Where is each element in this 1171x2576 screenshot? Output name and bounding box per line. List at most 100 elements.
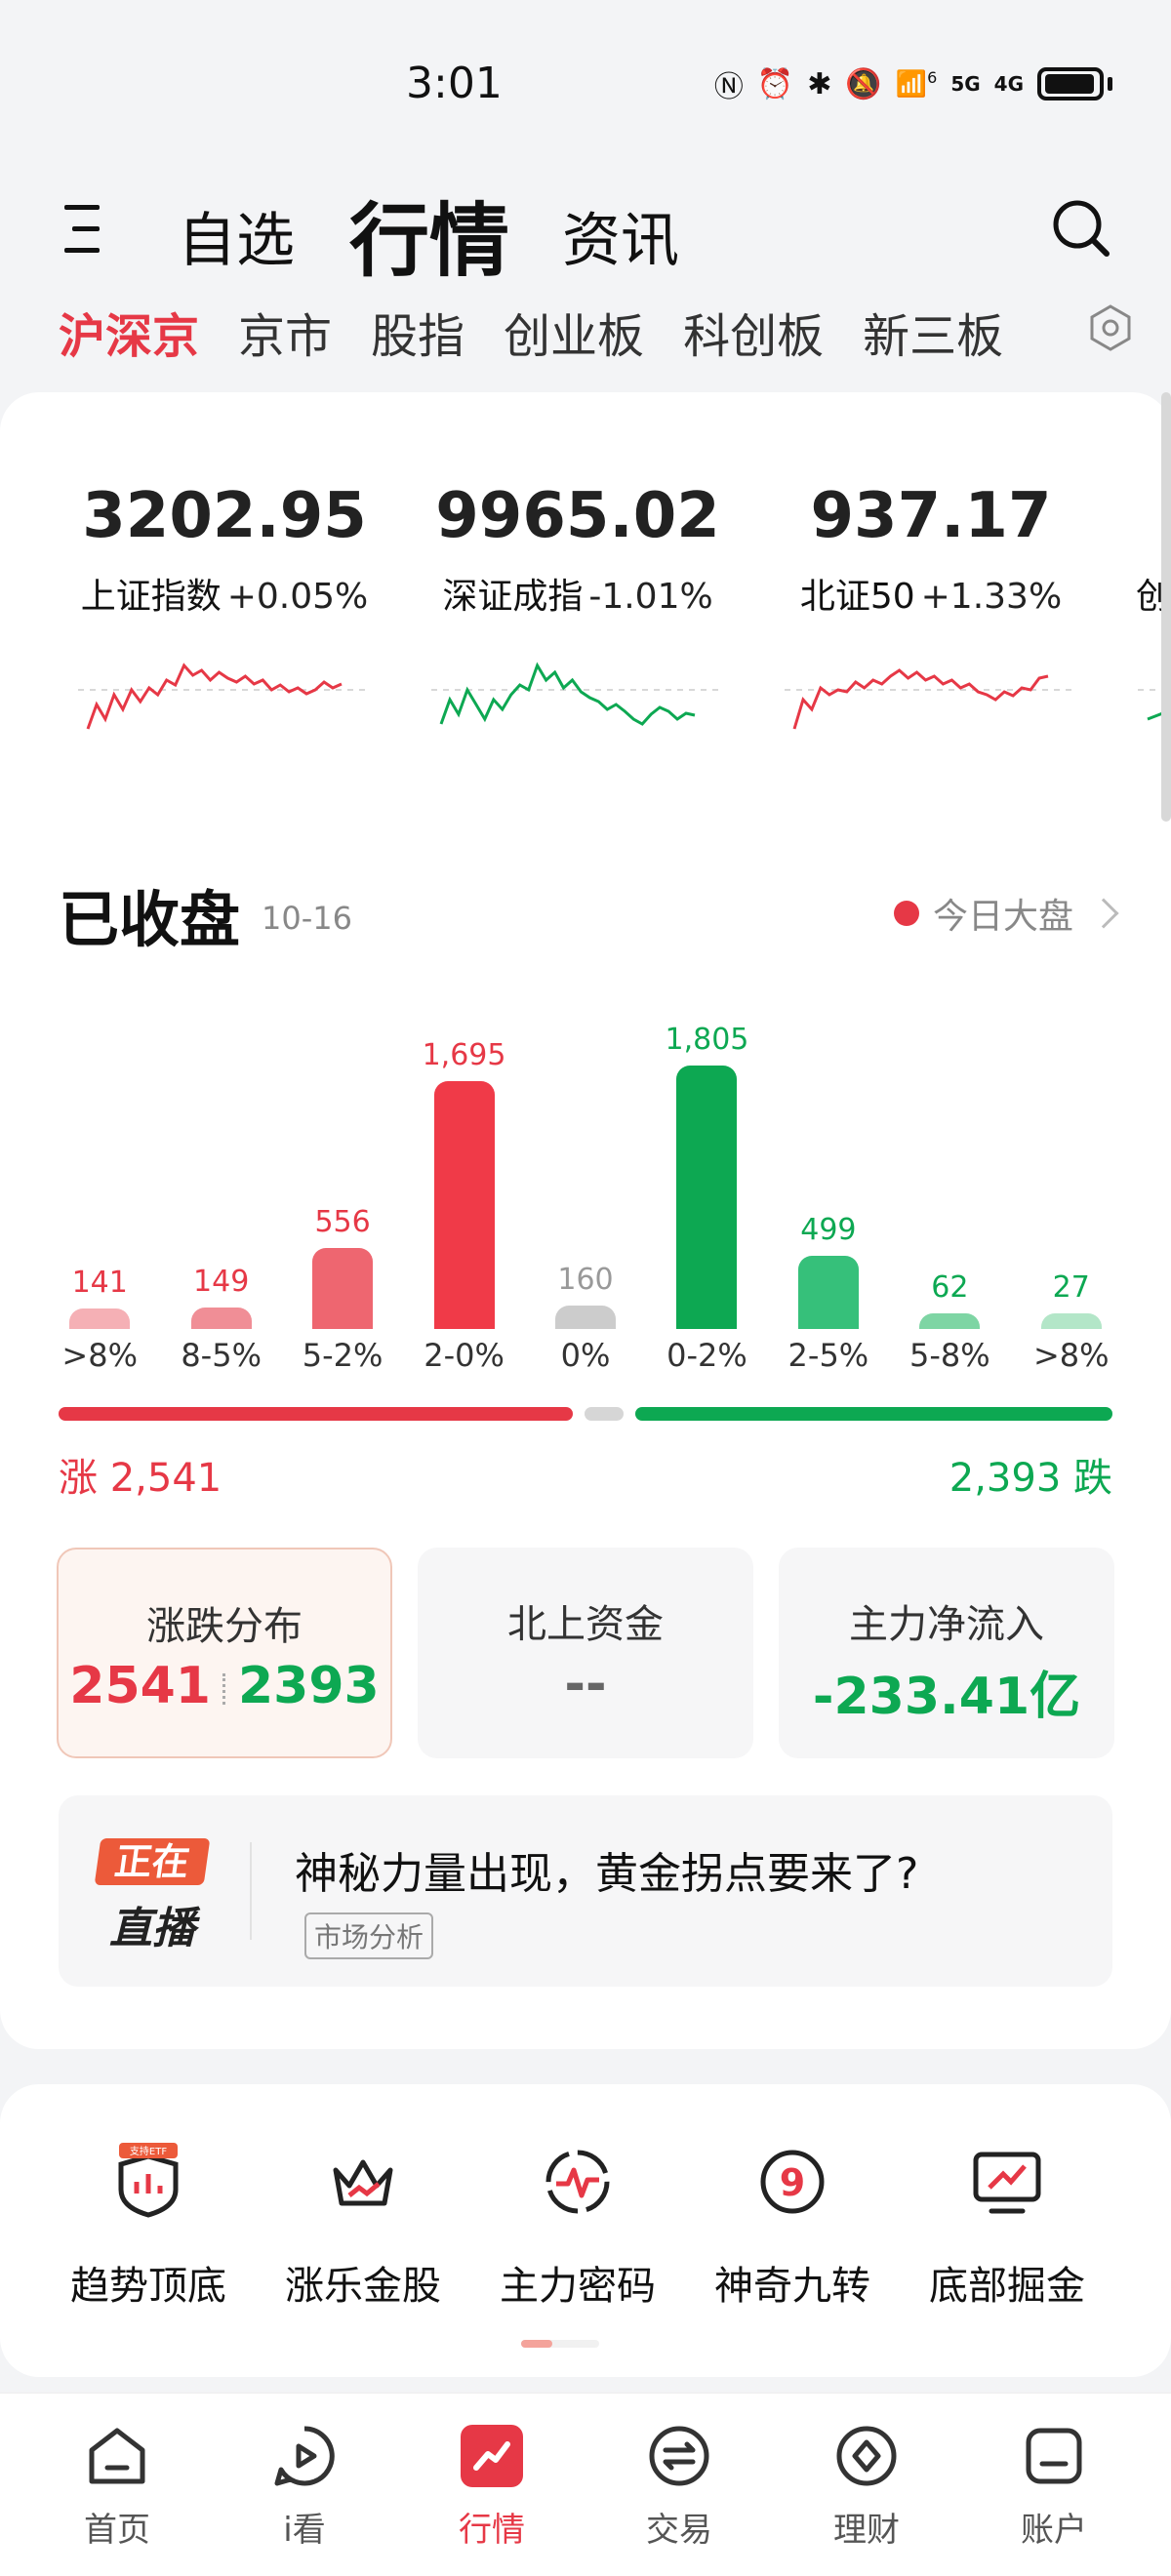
home-icon [89,2428,145,2484]
subtab-neeq[interactable]: 新三板 [863,298,1003,366]
nav-wealth[interactable]: 理财 [788,2421,945,2551]
monitor-chart-icon [973,2152,1041,2214]
chart-bar-value: 556 [314,1204,371,1239]
tools-card: 支持ETF 趋势顶底 涨乐金股 主力密码 9 神奇九转 底部掘金 [0,2084,1171,2377]
svg-text:9: 9 [780,2161,805,2204]
status-icons: Ⓝ ⏰ ✱ 🔕 📶6 5G 4G [714,62,1112,105]
chart-bar [190,1307,252,1329]
signal-4g-icon: 4G [993,72,1024,96]
index-card-sz[interactable]: 9965.02 深证成指 -1.01% [410,441,746,808]
stat-title: 涨跌分布 [146,1604,303,1649]
tool-magic-nine[interactable]: 9 神奇九转 [695,2143,890,2311]
account-icon [1026,2428,1082,2484]
chart-bar [676,1066,738,1329]
index-sparkline [78,663,371,730]
tool-main-force-code[interactable]: 主力密码 [480,2143,675,2311]
tab-watchlist[interactable]: 自选 [178,193,295,278]
subtab-chinext[interactable]: 创业板 [504,298,644,366]
today-market-link[interactable]: 今日大盘 [893,888,1119,939]
index-change: -1.01% [588,577,713,617]
stat-value: 2541 2393 [69,1657,380,1715]
tool-zhangle-gold[interactable]: 涨乐金股 [265,2143,461,2311]
nav-label: 行情 [459,2511,525,2550]
index-card-bz50[interactable]: 937.17 北证50 +1.33% [763,441,1099,808]
wealth-icon [836,2426,897,2486]
stat-value: -- [564,1655,607,1713]
stat-northbound-funds[interactable]: 北上资金 -- [418,1548,753,1758]
status-time: 3:01 [406,59,503,108]
chart-bar [1040,1313,1102,1329]
flat-ratio-bar [584,1407,624,1421]
nav-trade[interactable]: 交易 [601,2421,757,2551]
chart-category-label: 5-8% [909,1337,990,1374]
chevron-right-icon [1088,898,1119,929]
chart-category-label: 2-5% [787,1337,869,1374]
live-dot-icon [893,901,919,926]
chart-bar [69,1308,131,1329]
nav-home[interactable]: 首页 [39,2421,195,2551]
nav-watch[interactable]: i看 [226,2421,383,2551]
market-subtabs: 沪深京 京市 股指 创业板 科创板 新三板 [59,293,1132,371]
index-sparkline [431,662,724,726]
fall-count-label: 2,393 跌 [949,1456,1112,1501]
rise-fall-distribution-chart: 141 >8% 149 8-5% 556 5-2% 1,695 2-0% 160 0% 1,805 0… [39,997,1132,1397]
mute-icon: 🔕 [845,66,882,101]
search-icon[interactable] [1050,197,1112,260]
chart-bar-value: 499 [800,1213,857,1248]
chart-bar-value: 62 [931,1270,969,1305]
trade-icon [649,2426,709,2486]
stat-title: 主力净流入 [849,1602,1044,1647]
live-stream-banner[interactable]: 正在 直播 神秘力量出现，黄金拐点要来了? 市场分析 [59,1795,1112,1987]
svg-text:支持ETF: 支持ETF [130,2145,167,2157]
stat-rise-fall-distribution[interactable]: 涨跌分布 2541 2393 [57,1548,392,1758]
chart-category-label: 0% [560,1337,611,1374]
tool-bottom-gold[interactable]: 底部掘金 [909,2143,1105,2311]
live-title: 神秘力量出现，黄金拐点要来了? [295,1849,919,1899]
battery-icon [1037,67,1104,101]
chart-bar-value: 160 [557,1263,614,1298]
nine-icon: 9 [760,2150,825,2214]
nav-market[interactable]: 行情 [414,2421,570,2551]
subtab-index[interactable]: 股指 [371,298,464,366]
trend-shield-icon: 支持ETF [118,2143,179,2218]
tool-trend-top-bottom[interactable]: 支持ETF 趋势顶底 [51,2143,246,2311]
chart-bar [312,1247,374,1329]
chart-category-label: >8% [61,1337,138,1374]
index-value: 3202.95 [82,480,367,552]
rise-ratio-bar [59,1407,573,1421]
index-change: +1.33% [920,577,1063,617]
stat-title: 北上资金 [507,1602,664,1647]
chart-category-label: 5-2% [302,1337,384,1374]
scrollbar[interactable] [1161,392,1171,822]
tool-label: 主力密码 [500,2264,656,2309]
subtab-star[interactable]: 科创板 [683,298,824,366]
nav-label: i看 [283,2511,326,2550]
status-bar: 3:01 Ⓝ ⏰ ✱ 🔕 📶6 5G 4G [0,0,1171,146]
menu-icon[interactable] [57,205,100,254]
sparkline-path [792,668,1049,730]
pulse-icon [545,2150,610,2214]
nav-account[interactable]: 账户 [976,2421,1132,2551]
sparkline-path [439,662,696,726]
live-badge-icon: 正在 直播 [94,1838,211,1953]
bluetooth-icon: ✱ [807,66,832,101]
play-icon [274,2426,335,2486]
index-value: 937.17 [810,480,1052,552]
today-market-label: 今日大盘 [932,897,1073,937]
tool-label: 神奇九转 [714,2264,870,2309]
market-icon [461,2425,523,2487]
tool-label: 底部掘金 [929,2264,1085,2309]
chart-bar [555,1306,616,1329]
tab-market[interactable]: 行情 [349,176,509,292]
chart-bar-value: 141 [71,1265,128,1300]
stat-main-net-inflow[interactable]: 主力净流入 -233.41亿 [779,1548,1114,1758]
chart-bar-value: 1,695 [422,1038,506,1073]
tools-page-indicator [521,2340,599,2348]
subtab-bj[interactable]: 京市 [238,298,332,366]
chart-bar-value: 27 [1052,1270,1090,1305]
index-card-sh[interactable]: 3202.95 上证指数 +0.05% [57,441,392,808]
settings-icon[interactable] [1085,302,1136,353]
subtab-hsj[interactable]: 沪深京 [59,298,199,366]
chart-bar-value: 149 [193,1264,250,1299]
tab-news[interactable]: 资讯 [562,193,679,278]
